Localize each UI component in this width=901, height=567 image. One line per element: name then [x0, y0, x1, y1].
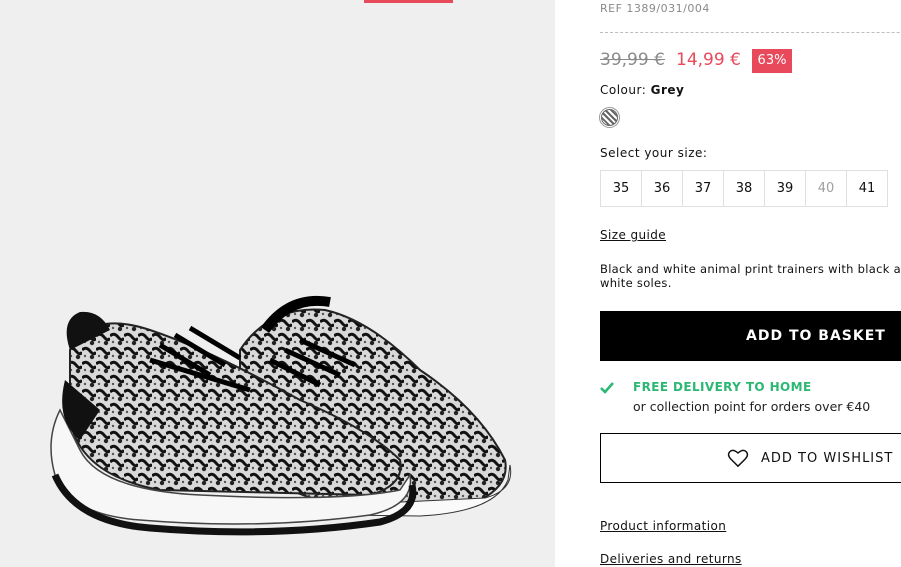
- product-reference: REF 1389/031/004: [600, 2, 710, 15]
- product-gallery: [0, 0, 555, 567]
- size-option-35[interactable]: 35: [600, 170, 642, 207]
- gallery-active-indicator: [364, 0, 453, 3]
- check-icon: [600, 382, 614, 394]
- size-guide-link[interactable]: Size guide: [600, 228, 666, 242]
- size-label: Select your size:: [600, 146, 708, 160]
- delivery-title: FREE DELIVERY TO HOME: [633, 380, 812, 394]
- heart-icon: [727, 449, 749, 468]
- add-to-basket-button[interactable]: ADD TO BASKET: [600, 311, 901, 361]
- size-option-38[interactable]: 38: [723, 170, 765, 207]
- deliveries-returns-link[interactable]: Deliveries and returns: [600, 552, 742, 566]
- original-price: 39,99 €: [600, 50, 665, 70]
- discount-badge: 63%: [752, 49, 792, 73]
- size-option-37[interactable]: 37: [682, 170, 724, 207]
- divider: [600, 32, 901, 33]
- delivery-subtitle: or collection point for orders over €40: [633, 399, 871, 414]
- size-option-39[interactable]: 39: [764, 170, 806, 207]
- colour-row: Colour: Grey: [600, 83, 684, 97]
- product-details-panel: REF 1389/031/004 39,99 € 14,99 € 63% Col…: [555, 0, 901, 567]
- size-option-41[interactable]: 41: [846, 170, 888, 207]
- size-selector: 35 36 37 38 39 40 41: [600, 170, 888, 207]
- colour-label: Colour:: [600, 83, 647, 97]
- sale-price: 14,99 €: [676, 50, 741, 70]
- product-information-link[interactable]: Product information: [600, 519, 726, 533]
- size-option-36[interactable]: 36: [641, 170, 683, 207]
- colour-swatch[interactable]: [601, 109, 618, 126]
- colour-value: Grey: [650, 83, 685, 97]
- product-image[interactable]: [40, 290, 520, 550]
- add-to-basket-label: ADD TO BASKET: [746, 328, 886, 344]
- size-option-40[interactable]: 40: [805, 170, 847, 207]
- product-description: Black and white animal print trainers wi…: [600, 262, 901, 290]
- add-to-wishlist-label: ADD TO WISHLIST: [761, 450, 894, 466]
- add-to-wishlist-button[interactable]: ADD TO WISHLIST: [600, 433, 901, 483]
